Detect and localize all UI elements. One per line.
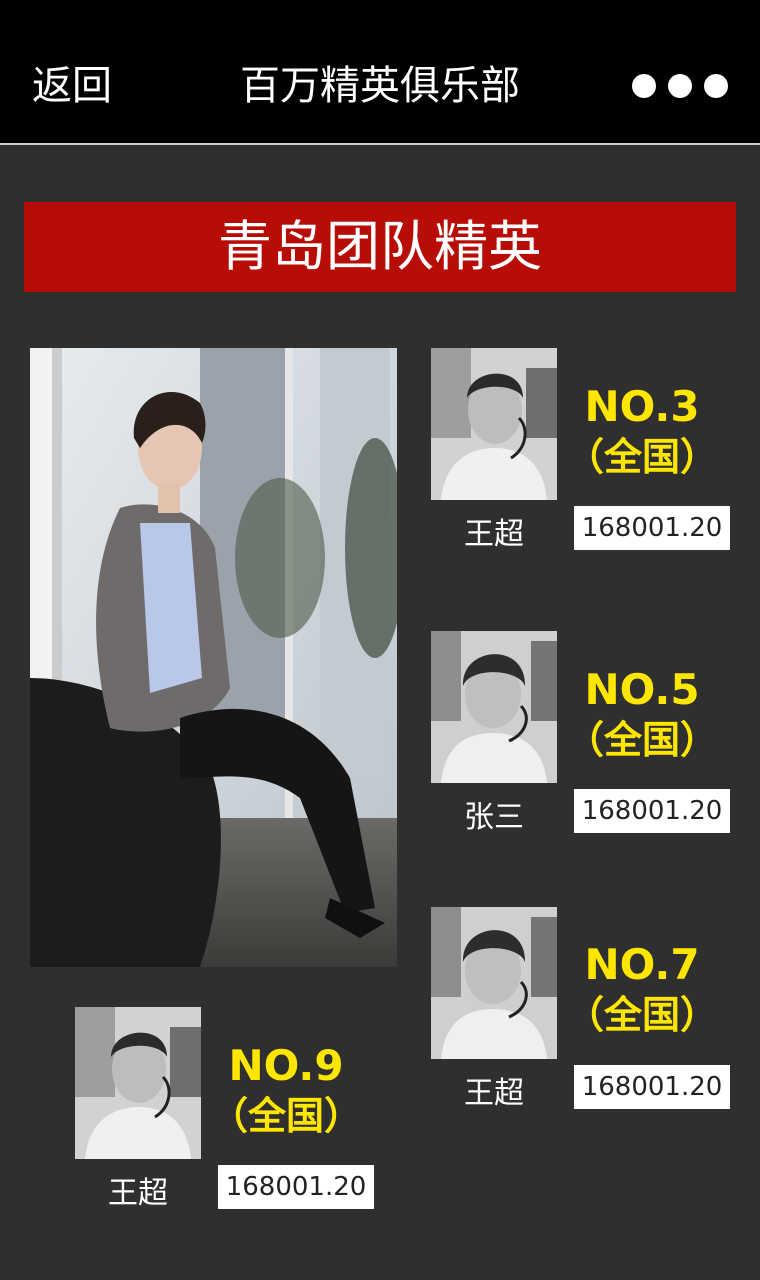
- featured-member-photo: [30, 348, 397, 967]
- avatar: [431, 907, 557, 1059]
- member-name: 王超: [464, 1076, 524, 1111]
- member-scope: （全国）: [565, 718, 718, 762]
- member-scope: （全国）: [565, 993, 718, 1037]
- woman-portrait-image: [30, 348, 397, 967]
- member-score: 168001.20: [574, 506, 730, 550]
- member-name: 张三: [464, 800, 524, 835]
- member-name: 王超: [108, 1176, 168, 1211]
- member-score: 168001.20: [574, 1065, 730, 1109]
- member-photo: [431, 348, 557, 500]
- member-score: 168001.20: [574, 789, 730, 833]
- top-bar: 返回 百万精英俱乐部: [0, 0, 760, 145]
- avatar: [75, 1007, 201, 1159]
- page-title: 百万精英俱乐部: [240, 63, 520, 109]
- more-dots-icon[interactable]: [632, 74, 728, 98]
- member-photo: [431, 907, 557, 1059]
- member-scope: （全国）: [209, 1094, 362, 1138]
- dot: [668, 74, 692, 98]
- member-rank: NO.7: [584, 940, 700, 989]
- member-scope: （全国）: [565, 435, 718, 479]
- team-banner: 青岛团队精英: [24, 202, 736, 292]
- member-photo: [431, 631, 557, 783]
- avatar: [431, 631, 557, 783]
- member-rank: NO.3: [584, 382, 700, 431]
- back-button[interactable]: 返回: [32, 58, 112, 114]
- member-photo: [75, 1007, 201, 1159]
- member-name: 王超: [464, 517, 524, 552]
- member-score: 168001.20: [218, 1165, 374, 1209]
- dot: [632, 74, 656, 98]
- avatar: [431, 348, 557, 500]
- member-rank: NO.9: [228, 1041, 344, 1090]
- member-rank: NO.5: [584, 665, 700, 714]
- dot: [704, 74, 728, 98]
